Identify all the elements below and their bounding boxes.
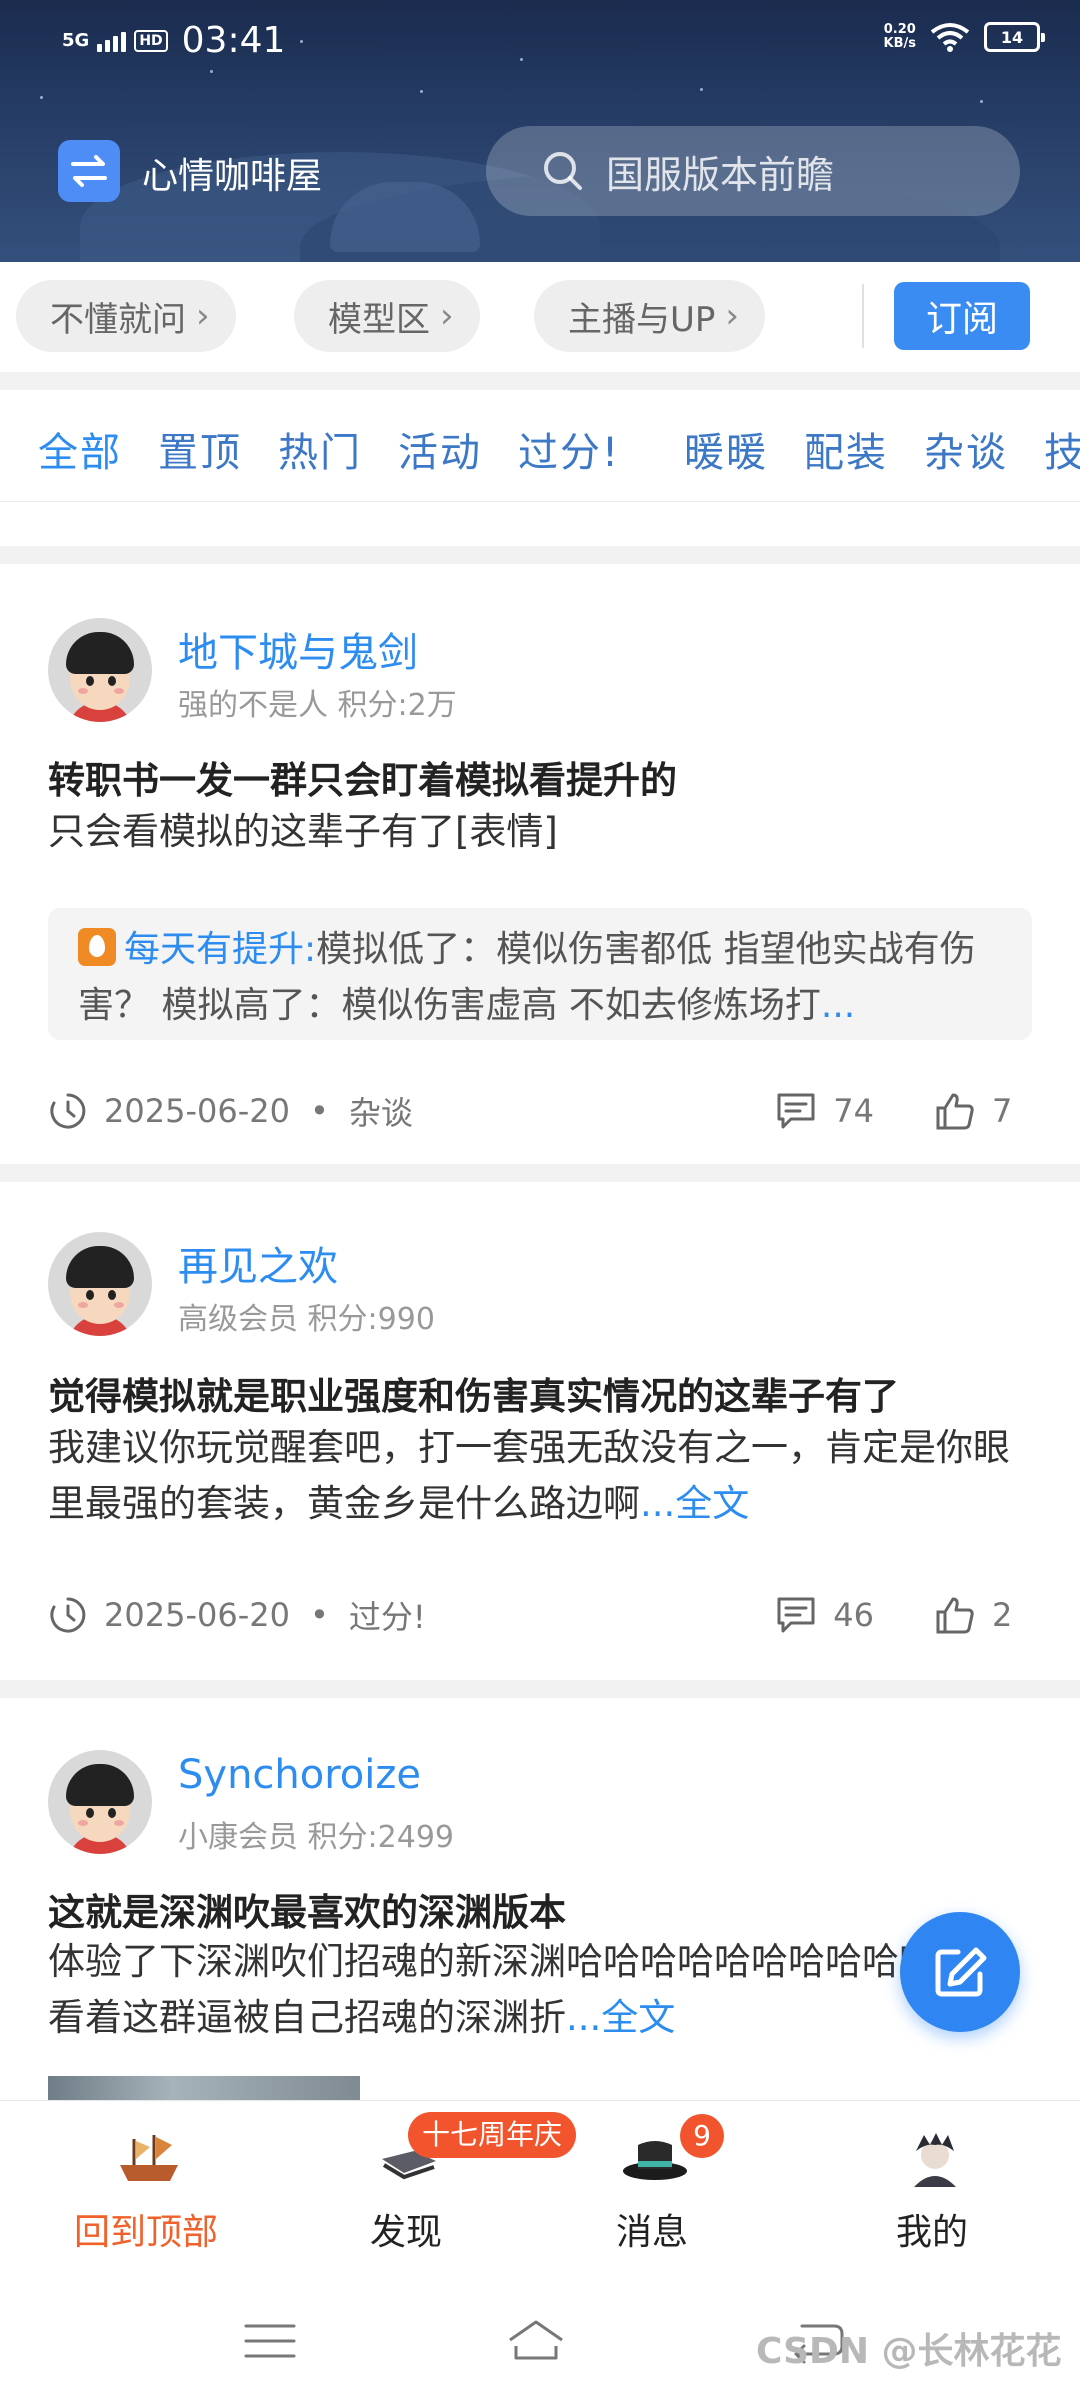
chevron-right-icon: › xyxy=(440,296,454,336)
comment-icon[interactable] xyxy=(775,1091,817,1131)
post-category[interactable]: 杂谈 xyxy=(349,1088,413,1134)
search-placeholder: 国服版本前瞻 xyxy=(606,152,835,197)
comment-count: 74 xyxy=(833,1092,874,1130)
user-info: 高级会员 积分:990 xyxy=(178,1302,435,1337)
watermark: CSDN @长林花花 xyxy=(756,2331,1062,2372)
comment-author[interactable]: 每天有提升: xyxy=(124,929,316,970)
topic-chips: 不懂就问 › 模型区 › 主播与UP › 订阅 xyxy=(0,262,1080,372)
network-type: 5G xyxy=(62,29,90,51)
post-username[interactable]: 地下城与鬼剑 xyxy=(178,620,418,678)
compose-button[interactable] xyxy=(900,1912,1020,2032)
switch-forum-icon[interactable] xyxy=(58,140,120,202)
like-icon[interactable] xyxy=(934,1595,976,1635)
battery-level: 14 xyxy=(1000,27,1024,47)
post-meta: 2025-06-20 • 过分! 46 2 xyxy=(48,1590,1032,1640)
post-meta: 2025-06-20 • 杂谈 74 7 xyxy=(48,1086,1032,1136)
clock-icon xyxy=(50,1093,86,1129)
like-count: 7 xyxy=(992,1092,1013,1130)
user-info: 强的不是人 积分:2万 xyxy=(178,688,457,723)
read-more-link[interactable]: ...全文 xyxy=(640,1482,749,1525)
message-count-badge: 9 xyxy=(680,2114,724,2158)
tab-all[interactable]: 全部 xyxy=(38,420,122,478)
search-input[interactable]: 国服版本前瞻 xyxy=(486,126,1020,216)
read-more-link[interactable]: ...全文 xyxy=(566,1996,675,2039)
post-username[interactable]: Synchoroize xyxy=(178,1752,421,1798)
post-date: 2025-06-20 xyxy=(104,1596,290,1634)
like-icon[interactable] xyxy=(934,1091,976,1131)
hd-icon: HD xyxy=(134,29,168,52)
fire-icon xyxy=(78,928,116,966)
post-card[interactable]: 再见之欢 高级会员 积分:990 觉得模拟就是职业强度和伤害真实情况的这辈子有了… xyxy=(0,1182,1080,1680)
avatar[interactable] xyxy=(48,618,152,722)
tab-events[interactable]: 活动 xyxy=(398,420,482,478)
app-header: 5G HD 03:41 0.20 KB/s 14 心情咖啡屋 国服版本前瞻 xyxy=(0,0,1080,262)
battery-icon: 14 xyxy=(984,22,1045,52)
post-title[interactable]: 这就是深渊吹最喜欢的深渊版本 xyxy=(48,1882,566,1936)
forum-title[interactable]: 心情咖啡屋 xyxy=(142,147,322,199)
user-info: 小康会员 积分:2499 xyxy=(178,1820,455,1855)
profile-avatar-icon xyxy=(914,2133,956,2187)
tab-chat[interactable]: 杂谈 xyxy=(924,420,1008,478)
post-title[interactable]: 转职书一发一群只会盯着模拟看提升的 xyxy=(48,750,677,804)
post-card[interactable]: 地下城与鬼剑 强的不是人 积分:2万 转职书一发一群只会盯着模拟看提升的 只会看… xyxy=(0,564,1080,1164)
tab-tech[interactable]: 技 xyxy=(1044,420,1080,478)
wifi-icon xyxy=(930,23,970,52)
comment-icon[interactable] xyxy=(775,1595,817,1635)
hot-comment[interactable]: 每天有提升:模拟低了：模似伤害都低 指望他实战有伤害？ 模拟高了：模似伤害虚高 … xyxy=(48,908,1032,1040)
clock-icon xyxy=(50,1597,86,1633)
chip-streamer[interactable]: 主播与UP › xyxy=(534,280,765,352)
nav-back-to-top[interactable]: 回到顶部 xyxy=(46,2121,246,2271)
tab-warm[interactable]: 暖暖 xyxy=(684,420,768,478)
tab-hot[interactable]: 热门 xyxy=(278,420,362,478)
post-date: 2025-06-20 xyxy=(104,1092,290,1130)
edit-icon xyxy=(935,1947,987,1997)
chevron-right-icon: › xyxy=(725,296,739,336)
post-category[interactable]: 过分! xyxy=(349,1592,426,1638)
chip-model[interactable]: 模型区 › xyxy=(294,280,480,352)
category-tabs: 全部 置顶 热门 活动 过分! 暖暖 配装 杂谈 技 xyxy=(0,390,1080,502)
post-title[interactable]: 觉得模拟就是职业强度和伤害真实情况的这辈子有了 xyxy=(48,1366,899,1420)
post-card[interactable]: Synchoroize 小康会员 积分:2499 这就是深渊吹最喜欢的深渊版本 … xyxy=(0,1698,1080,2100)
home-icon[interactable] xyxy=(506,2316,566,2366)
chip-ask[interactable]: 不懂就问 › xyxy=(16,280,236,352)
nav-profile[interactable]: 我的 xyxy=(832,2121,1032,2271)
post-body[interactable]: 只会看模拟的这辈子有了[表情] xyxy=(48,804,1028,860)
post-thumbnail[interactable] xyxy=(48,2076,360,2100)
tab-gear[interactable]: 配装 xyxy=(804,420,888,478)
post-body[interactable]: 我建议你玩觉醒套吧，打一套强无敌没有之一，肯定是你眼里最强的套装，黄金乡是什么路… xyxy=(48,1420,1028,1532)
post-body[interactable]: 体验了下深渊吹们招魂的新深渊哈哈哈哈哈哈哈哈哈哈哈哈看着这群逼被自己招魂的深渊折… xyxy=(48,1934,1028,2046)
subscribe-button[interactable]: 订阅 xyxy=(894,282,1030,350)
ship-icon xyxy=(120,2135,178,2181)
post-username[interactable]: 再见之欢 xyxy=(178,1234,338,1292)
menu-icon[interactable] xyxy=(240,2316,300,2366)
like-count: 2 xyxy=(992,1596,1013,1634)
avatar[interactable] xyxy=(48,1750,152,1854)
chevron-right-icon: › xyxy=(196,296,210,336)
signal-icon xyxy=(97,30,127,52)
search-icon xyxy=(544,152,582,190)
network-speed: 0.20 KB/s xyxy=(883,22,916,51)
tab-pinned[interactable]: 置顶 xyxy=(158,420,242,478)
status-bar: 5G HD 03:41 0.20 KB/s 14 xyxy=(0,0,1080,84)
tab-too-much[interactable]: 过分! xyxy=(518,420,620,478)
comment-count: 46 xyxy=(833,1596,874,1634)
status-time: 03:41 xyxy=(181,20,286,61)
avatar[interactable] xyxy=(48,1232,152,1336)
divider xyxy=(862,284,864,348)
event-badge: 十七周年庆 xyxy=(408,2112,577,2158)
